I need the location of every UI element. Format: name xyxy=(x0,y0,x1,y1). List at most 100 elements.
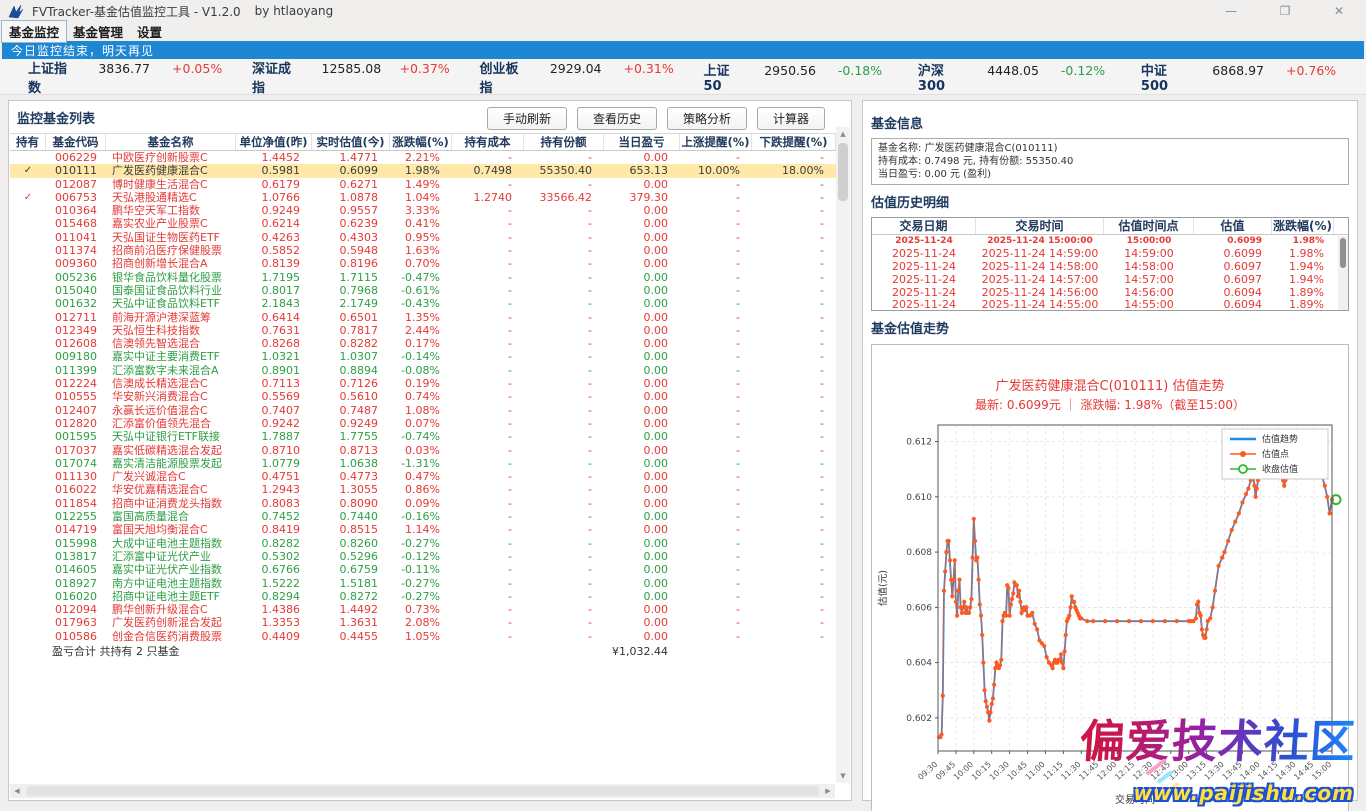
history-scrollbar[interactable] xyxy=(1338,236,1348,310)
fund-row-017037[interactable]: 017037嘉实低碳精选混合发起0.87100.87130.03%--0.00-… xyxy=(10,444,836,457)
fund-row-011130[interactable]: 011130广发兴诚混合C0.47510.47730.47%--0.00-- xyxy=(10,470,836,483)
fund-row-011041[interactable]: 011041天弘国证生物医药ETF0.42630.43030.95%--0.00… xyxy=(10,231,836,244)
scroll-down-icon[interactable]: ▼ xyxy=(836,769,850,783)
horizontal-scroll-thumb[interactable] xyxy=(26,786,819,796)
fund-row-005236[interactable]: 005236银华食品饮料量化股票1.71951.7115-0.47%--0.00… xyxy=(10,271,836,284)
data-point xyxy=(1208,616,1212,620)
column-header-11[interactable]: 下跌提醒(%) xyxy=(752,134,836,150)
minimize-button[interactable]: — xyxy=(1222,4,1240,18)
maximize-button[interactable]: ❐ xyxy=(1276,4,1294,18)
fund-row-009180[interactable]: 009180嘉实中证主要消费ETF1.03211.0307-0.14%--0.0… xyxy=(10,350,836,363)
fund-cell: - xyxy=(680,563,752,576)
fund-row-012349[interactable]: 012349天弘恒生科技指数0.76310.78172.44%--0.00-- xyxy=(10,324,836,337)
data-point xyxy=(975,556,979,560)
menu-item-2[interactable]: 基金管理 xyxy=(66,21,130,42)
fund-row-009360[interactable]: 009360招商创新增长混合A0.81390.81960.70%--0.00-- xyxy=(10,257,836,270)
fund-cell: 009360 xyxy=(46,257,106,270)
fund-row-010586[interactable]: 010586创金合信医药消费股票0.44090.44551.05%--0.00-… xyxy=(10,630,836,643)
fund-row-001632[interactable]: 001632天弘中证食品饮料ETF2.18432.1749-0.43%--0.0… xyxy=(10,297,836,310)
fund-row-010555[interactable]: 010555华安新兴消费混合C0.55690.56100.74%--0.00-- xyxy=(10,390,836,403)
fund-table-vertical-scrollbar[interactable]: ▲ ▼ xyxy=(836,127,850,783)
column-header-2[interactable]: 基金代码 xyxy=(46,134,106,150)
fund-cell: 创金合信医药消费股票 xyxy=(106,630,236,643)
fund-row-011399[interactable]: 011399汇添富数字未来混合A0.89010.8894-0.08%--0.00… xyxy=(10,364,836,377)
column-header-3[interactable]: 基金名称 xyxy=(106,134,236,150)
menu-item-1[interactable]: 基金监控 xyxy=(2,21,66,42)
fund-cell: 2.44% xyxy=(390,324,452,337)
fund-cell: 1.7115 xyxy=(312,271,390,284)
column-header-4[interactable]: 单位净值(昨) xyxy=(236,134,312,150)
column-header-10[interactable]: 上涨提醒(%) xyxy=(680,134,752,150)
fund-row-012820[interactable]: 012820汇添富价值领先混合0.92420.92490.07%--0.00-- xyxy=(10,417,836,430)
fund-cell: 006753 xyxy=(46,191,106,204)
fund-row-017963[interactable]: 017963广发医药创新混合发起1.33531.36312.08%--0.00-… xyxy=(10,616,836,629)
held-check xyxy=(10,430,46,443)
fund-row-010364[interactable]: 010364鹏华空天军工指数0.92490.95573.33%--0.00-- xyxy=(10,204,836,217)
fund-row-012608[interactable]: 012608信澳领先智选混合0.82680.82820.17%--0.00-- xyxy=(10,337,836,350)
fund-row-001595[interactable]: 001595天弘中证银行ETF联接1.78871.7755-0.74%--0.0… xyxy=(10,430,836,443)
fund-row-012407[interactable]: 012407永赢长远价值混合C0.74070.74871.08%--0.00-- xyxy=(10,404,836,417)
fund-row-011374[interactable]: 011374招商前沿医疗保健股票0.58520.59481.63%--0.00-… xyxy=(10,244,836,257)
fund-row-017074[interactable]: 017074嘉实清洁能源股票发起1.07791.0638-1.31%--0.00… xyxy=(10,457,836,470)
fund-row-012224[interactable]: 012224信澳成长精选混合C0.71130.71260.19%--0.00-- xyxy=(10,377,836,390)
fund-row-015468[interactable]: 015468嘉实农业产业股票C0.62140.62390.41%--0.00-- xyxy=(10,217,836,230)
vertical-scroll-thumb[interactable] xyxy=(838,143,848,201)
fund-cell: - xyxy=(524,550,604,563)
history-cell: 1.89% xyxy=(1272,299,1334,311)
fund-cell: -0.27% xyxy=(390,577,452,590)
history-scroll-thumb[interactable] xyxy=(1340,238,1346,268)
fund-row-014719[interactable]: 014719富国天旭均衡混合C0.84190.85151.14%--0.00-- xyxy=(10,523,836,536)
fund-cell: - xyxy=(752,297,836,310)
view-history-button[interactable]: 查看历史 xyxy=(577,107,657,130)
fund-cell: 1.14% xyxy=(390,523,452,536)
fund-table-horizontal-scrollbar[interactable]: ◀ ▶ xyxy=(10,784,835,798)
close-button[interactable]: ✕ xyxy=(1330,4,1348,18)
fund-row-016020[interactable]: 016020招商中证电池主题ETF0.82940.8272-0.27%--0.0… xyxy=(10,590,836,603)
fund-cell: 1.04% xyxy=(390,191,452,204)
refresh-button[interactable]: 手动刷新 xyxy=(487,107,567,130)
held-check: ✓ xyxy=(10,191,46,204)
data-point xyxy=(1064,633,1068,637)
calculator-button[interactable]: 计算器 xyxy=(757,107,825,130)
fund-row-012255[interactable]: 012255富国高质量混合0.74520.7440-0.16%--0.00-- xyxy=(10,510,836,523)
fund-cell: - xyxy=(680,324,752,337)
fund-cell: - xyxy=(752,284,836,297)
fund-cell: - xyxy=(524,364,604,377)
fund-row-010111[interactable]: ✓010111广发医药健康混合C0.59810.60991.98%0.74985… xyxy=(10,164,836,177)
strategy-analysis-button[interactable]: 策略分析 xyxy=(667,107,747,130)
fund-row-006753[interactable]: ✓006753天弘港股通精选C1.07661.08781.04%1.274033… xyxy=(10,191,836,204)
column-header-1[interactable]: 持有 xyxy=(10,134,46,150)
fund-cell: 0.00 xyxy=(604,324,680,337)
fund-row-015998[interactable]: 015998大成中证电池主题指数0.82820.8260-0.27%--0.00… xyxy=(10,537,836,550)
fund-row-012087[interactable]: 012087博时健康生活混合C0.61790.62711.49%--0.00-- xyxy=(10,178,836,191)
column-header-6[interactable]: 涨跌幅(%) xyxy=(390,134,452,150)
fund-row-015040[interactable]: 015040国泰国证食品饮料行业0.80170.7968-0.61%--0.00… xyxy=(10,284,836,297)
fund-cell: 博时健康生活混合C xyxy=(106,178,236,191)
fund-row-011854[interactable]: 011854招商中证消费龙头指数0.80830.80900.09%--0.00-… xyxy=(10,497,836,510)
scroll-left-icon[interactable]: ◀ xyxy=(10,784,24,798)
history-table-header: 交易日期交易时间估值时间点估值涨跌幅(%) xyxy=(872,218,1348,235)
fund-cell: - xyxy=(680,350,752,363)
fund-row-013817[interactable]: 013817汇添富中证光伏产业0.53020.5296-0.12%--0.00-… xyxy=(10,550,836,563)
column-header-9[interactable]: 当日盈亏 xyxy=(604,134,680,150)
fund-row-012094[interactable]: 012094鹏华创新升级混合C1.43861.44920.73%--0.00-- xyxy=(10,603,836,616)
fund-row-018927[interactable]: 018927南方中证电池主题指数1.52221.5181-0.27%--0.00… xyxy=(10,577,836,590)
column-header-5[interactable]: 实时估值(今) xyxy=(312,134,390,150)
column-header-7[interactable]: 持有成本 xyxy=(452,134,524,150)
fund-row-016022[interactable]: 016022华安优嘉精选混合C1.29431.30550.86%--0.00-- xyxy=(10,483,836,496)
data-point xyxy=(1226,539,1230,543)
data-point xyxy=(1151,619,1155,623)
history-cell: 14:56:00 xyxy=(1104,287,1194,300)
held-check xyxy=(10,217,46,230)
fund-cell: 招商中证消费龙头指数 xyxy=(106,497,236,510)
scroll-right-icon[interactable]: ▶ xyxy=(821,784,835,798)
history-cell: 2025-11-24 xyxy=(872,274,976,287)
fund-row-012711[interactable]: 012711前海开源沪港深蓝筹0.64140.65011.35%--0.00-- xyxy=(10,311,836,324)
fund-cell: -0.27% xyxy=(390,590,452,603)
fund-row-014605[interactable]: 014605嘉实中证光伏产业指数0.67660.6759-0.11%--0.00… xyxy=(10,563,836,576)
scroll-up-icon[interactable]: ▲ xyxy=(836,127,850,141)
column-header-8[interactable]: 持有份额 xyxy=(524,134,604,150)
fund-row-006229[interactable]: 006229中欧医疗创新股票C1.44521.47712.21%--0.00-- xyxy=(10,151,836,164)
fund-cell: - xyxy=(752,311,836,324)
menu-item-3[interactable]: 设置 xyxy=(130,21,169,42)
